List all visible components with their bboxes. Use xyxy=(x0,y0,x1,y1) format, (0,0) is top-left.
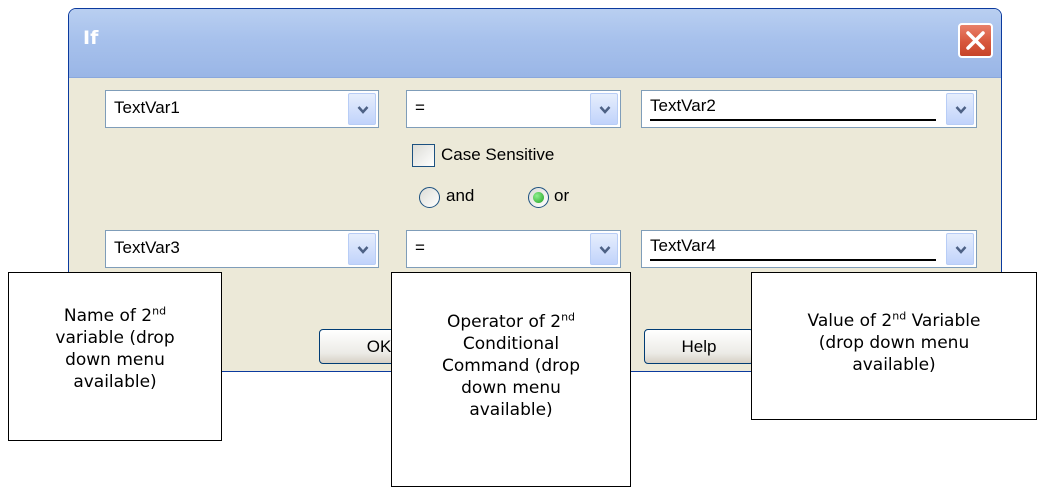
callout-variable-name-line4: available) xyxy=(73,372,157,392)
value2-dropdown-button[interactable] xyxy=(946,233,974,265)
callout-variable-name-line3: down menu xyxy=(65,350,165,370)
callout-variable-name: Name of 2nd variable (drop down menu ava… xyxy=(8,272,222,441)
callout-operator-line5: available) xyxy=(469,400,553,420)
case-sensitive-label[interactable]: Case Sensitive xyxy=(441,145,554,165)
operator2-dropdown-button[interactable] xyxy=(590,233,618,265)
close-button[interactable] xyxy=(958,23,993,58)
title-bar[interactable]: If xyxy=(69,9,1001,78)
chevron-down-icon xyxy=(599,246,611,254)
chevron-down-icon xyxy=(955,106,967,114)
dialog-title: If xyxy=(83,27,99,49)
or-radio[interactable] xyxy=(528,187,549,208)
callout-variable-name-line1: Name of 2nd xyxy=(63,304,167,326)
callout-operator-line3: Command (drop xyxy=(441,356,580,376)
variable2-combo[interactable]: TextVar3 xyxy=(105,230,379,268)
value1-combo[interactable]: TextVar2 xyxy=(641,90,977,128)
chevron-down-icon xyxy=(955,246,967,254)
value1-value[interactable]: TextVar2 xyxy=(650,96,936,121)
operator1-combo[interactable]: = xyxy=(406,90,621,128)
and-radio-label[interactable]: and xyxy=(446,186,474,206)
variable1-dropdown-button[interactable] xyxy=(348,93,376,125)
or-radio-label[interactable]: or xyxy=(554,186,569,206)
callout-value: Value of 2nd Variable (drop down menu av… xyxy=(751,272,1037,420)
callout-value-line3: available) xyxy=(852,355,936,375)
callout-operator-line1: Operator of 2nd xyxy=(446,310,576,332)
operator1-value: = xyxy=(415,98,425,117)
callout-operator-line2: Conditional xyxy=(462,334,560,354)
case-sensitive-box[interactable] xyxy=(412,144,435,167)
help-button[interactable]: Help xyxy=(644,329,754,364)
chevron-down-icon xyxy=(599,106,611,114)
variable2-dropdown-button[interactable] xyxy=(348,233,376,265)
and-radio[interactable] xyxy=(419,187,440,208)
radio-selected-dot xyxy=(533,192,544,203)
operator2-value: = xyxy=(415,238,425,257)
variable1-value: TextVar1 xyxy=(114,98,180,117)
chevron-down-icon xyxy=(357,246,369,254)
callout-value-line2: (drop down menu xyxy=(818,333,970,353)
variable2-value: TextVar3 xyxy=(114,238,180,257)
close-x-icon xyxy=(966,31,985,50)
callout-operator: Operator of 2nd Conditional Command (dro… xyxy=(391,272,631,487)
variable1-combo[interactable]: TextVar1 xyxy=(105,90,379,128)
chevron-down-icon xyxy=(357,106,369,114)
operator1-dropdown-button[interactable] xyxy=(590,93,618,125)
callout-variable-name-line2: variable (drop xyxy=(55,328,175,348)
value1-dropdown-button[interactable] xyxy=(946,93,974,125)
value2-combo[interactable]: TextVar4 xyxy=(641,230,977,268)
callout-operator-line4: down menu xyxy=(461,378,561,398)
callout-value-line1: Value of 2nd Variable xyxy=(807,309,981,331)
operator2-combo[interactable]: = xyxy=(406,230,621,268)
value2-value[interactable]: TextVar4 xyxy=(650,236,936,261)
